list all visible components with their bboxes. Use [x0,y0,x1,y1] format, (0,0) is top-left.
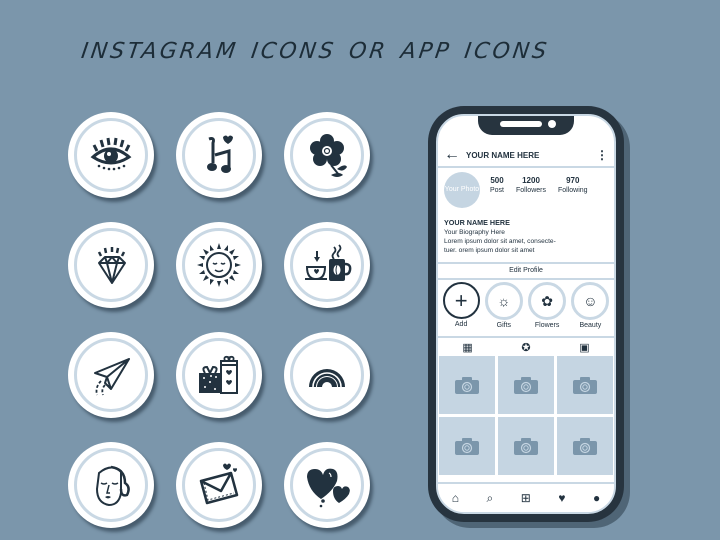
stat-label: Post [490,187,505,195]
highlight-label: Flowers [534,322,560,329]
grid-tab-icon[interactable]: ▦ [462,341,472,354]
highlight-icon-gifts[interactable] [176,332,262,418]
highlight-icon-rainbow[interactable] [284,332,370,418]
post-thumbnail[interactable] [439,356,495,414]
featured-tab-icon[interactable]: ✪ [521,341,530,354]
highlight-icon-coffee[interactable] [284,222,370,308]
home-icon[interactable]: ⌂ [452,491,459,505]
envelope-icon [199,463,239,505]
highlight-label: Beauty [579,322,602,329]
eye-icon [90,137,132,171]
highlight-icon-flower[interactable] [284,112,370,198]
speaker [500,121,542,127]
camera-icon [573,377,597,394]
stat-value: 970 [566,176,580,185]
camera-icon [455,438,479,455]
highlight-label: Gifts [496,322,512,329]
paper-plane-icon [94,358,130,396]
sun-icon [197,243,241,287]
music-notes-icon [207,135,233,173]
phone-notch [478,116,574,135]
stat-label: Following [557,187,588,195]
highlight-label: Add [454,321,468,328]
profile-bio: YOUR NAME HERE Your Biography Here Lorem… [444,218,608,256]
phone-mockup: ← YOUR NAME HERE ⋮ Your Photo 500 Post 12… [428,106,624,522]
heart-icon[interactable]: ♥ [558,491,565,505]
bio-line: tuer. orem ipsum dolor sit amet [444,246,535,254]
front-camera [548,120,556,128]
profile-icon[interactable]: ● [593,491,600,505]
profile-topbar: ← YOUR NAME HERE ⋮ [438,144,614,168]
post-grid [439,356,613,475]
post-thumbnail[interactable] [557,417,613,475]
post-thumbnail[interactable] [557,356,613,414]
back-arrow-icon[interactable]: ← [444,147,460,163]
woman-face-icon [95,465,130,507]
highlight-icon-envelope[interactable] [176,442,262,528]
bio-name: YOUR NAME HERE [444,218,510,227]
highlight-add[interactable]: + Add [442,282,480,329]
camera-icon [514,377,538,394]
highlight-icon-woman-face[interactable] [68,442,154,528]
highlight-icon-eye[interactable] [68,112,154,198]
stat-label: Followers [516,187,546,195]
face-icon: ☺ [571,282,610,320]
profile-stats: 500 Post 1200 Followers 970 Following [490,176,588,195]
username-header: YOUR NAME HERE [466,150,540,160]
gifts-icon [199,355,238,394]
stat-value: 500 [490,176,504,185]
phone-screen: ← YOUR NAME HERE ⋮ Your Photo 500 Post 12… [436,114,616,514]
page-title: instagram icons or app icons [79,28,553,66]
post-thumbnail[interactable] [498,417,554,475]
sun-icon: ☼ [484,282,523,320]
rainbow-icon [309,369,345,388]
story-highlights: + Add ☼ Gifts ✿ Flowers ☺ Beauty [440,282,612,329]
tagged-tab-icon[interactable]: ▣ [579,341,589,354]
flower-icon: ✿ [528,282,567,320]
stat-followers[interactable]: 1200 Followers [516,176,546,195]
highlight-icon-paper-plane[interactable] [68,332,154,418]
highlight-beauty[interactable]: ☺ Beauty [571,282,610,329]
highlight-icon-hearts[interactable] [284,442,370,528]
flower-icon [310,134,347,177]
new-post-icon[interactable]: ⊞ [521,491,531,505]
camera-icon [573,438,597,455]
camera-icon [455,377,479,394]
post-thumbnail[interactable] [439,417,495,475]
diamond-icon [97,247,126,284]
camera-icon [514,438,538,455]
icon-grid [68,112,372,530]
highlight-flowers[interactable]: ✿ Flowers [528,282,567,329]
bottom-navigation: ⌂ ⌕ ⊞ ♥ ● [438,482,614,512]
avatar[interactable]: Your Photo [444,172,480,208]
highlight-icon-diamond[interactable] [68,222,154,308]
post-thumbnail[interactable] [498,356,554,414]
profile-header: Your Photo 500 Post 1200 Followers 970 Foll… [444,172,610,208]
hearts-icon [307,468,350,508]
search-icon[interactable]: ⌕ [487,491,494,506]
coffee-icon [305,244,352,281]
edit-profile-button[interactable]: Edit Profile [438,262,614,280]
content-tabs: ▦ ✪ ▣ [438,336,614,356]
highlight-icon-sun[interactable] [176,222,262,308]
plus-icon: + [442,282,480,319]
stat-following[interactable]: 970 Following [558,176,588,195]
bio-line: Your Biography Here [444,228,505,236]
highlight-gifts[interactable]: ☼ Gifts [484,282,523,329]
stat-posts[interactable]: 500 Post [490,176,504,195]
bio-line: Lorem ipsum dolor sit amet, consecte- [444,237,556,245]
more-options-icon[interactable]: ⋮ [596,149,608,161]
highlight-icon-music[interactable] [176,112,262,198]
stat-value: 1200 [522,176,540,185]
